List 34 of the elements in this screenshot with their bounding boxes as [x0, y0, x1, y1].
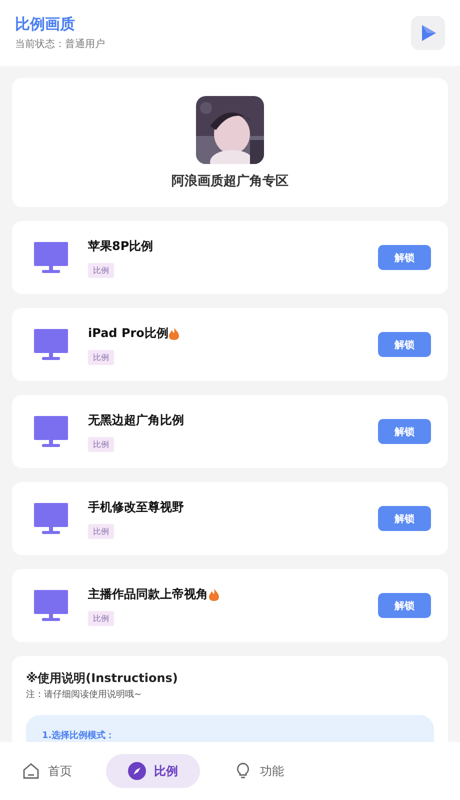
unlock-button[interactable]: 解锁	[378, 593, 431, 618]
unlock-button[interactable]: 解锁	[378, 245, 431, 270]
item-title: 无黑边超广角比例	[88, 412, 184, 428]
monitor-icon	[34, 502, 68, 534]
category-tag: 比例	[88, 524, 114, 538]
home-icon	[22, 762, 40, 780]
compass-icon	[128, 762, 146, 780]
unlock-button[interactable]: 解锁	[378, 332, 431, 357]
nav-tab[interactable]: 首页	[10, 754, 84, 788]
nav-tab[interactable]: 比例	[106, 754, 200, 788]
item-title: 主播作品同款上帝视角	[88, 586, 208, 602]
monitor-icon	[34, 590, 68, 622]
category-tag: 比例	[88, 262, 114, 278]
zone-title: 阿浪画质超广角专区	[172, 172, 288, 190]
nav-tab[interactable]: 功能	[222, 754, 296, 788]
item-title: 手机修改至尊视野	[88, 498, 184, 516]
item-title: 苹果8P比例	[88, 238, 154, 254]
page-title: 比例画质	[15, 15, 76, 34]
category-tag: 比例	[88, 610, 114, 626]
play-icon	[419, 24, 437, 42]
monitor-icon	[34, 328, 68, 360]
instructions-title: ※使用说明(Instructions)	[26, 670, 179, 687]
unlock-button[interactable]: 解锁	[378, 419, 431, 444]
status-text: 当前状态：普通用户	[15, 38, 105, 51]
instructions-note: 注：请仔细阅读使用说明哦~	[26, 688, 143, 701]
category-tag: 比例	[88, 350, 114, 364]
monitor-icon	[34, 242, 68, 274]
play-button[interactable]	[411, 16, 445, 50]
monitor-icon	[34, 416, 68, 448]
lightbulb-icon	[234, 762, 252, 780]
unlock-button[interactable]: 解锁	[378, 506, 431, 531]
step-title: 1.选择比例模式：	[42, 729, 116, 742]
category-tag: 比例	[88, 436, 114, 452]
item-title: iPad Pro比例	[88, 324, 168, 342]
